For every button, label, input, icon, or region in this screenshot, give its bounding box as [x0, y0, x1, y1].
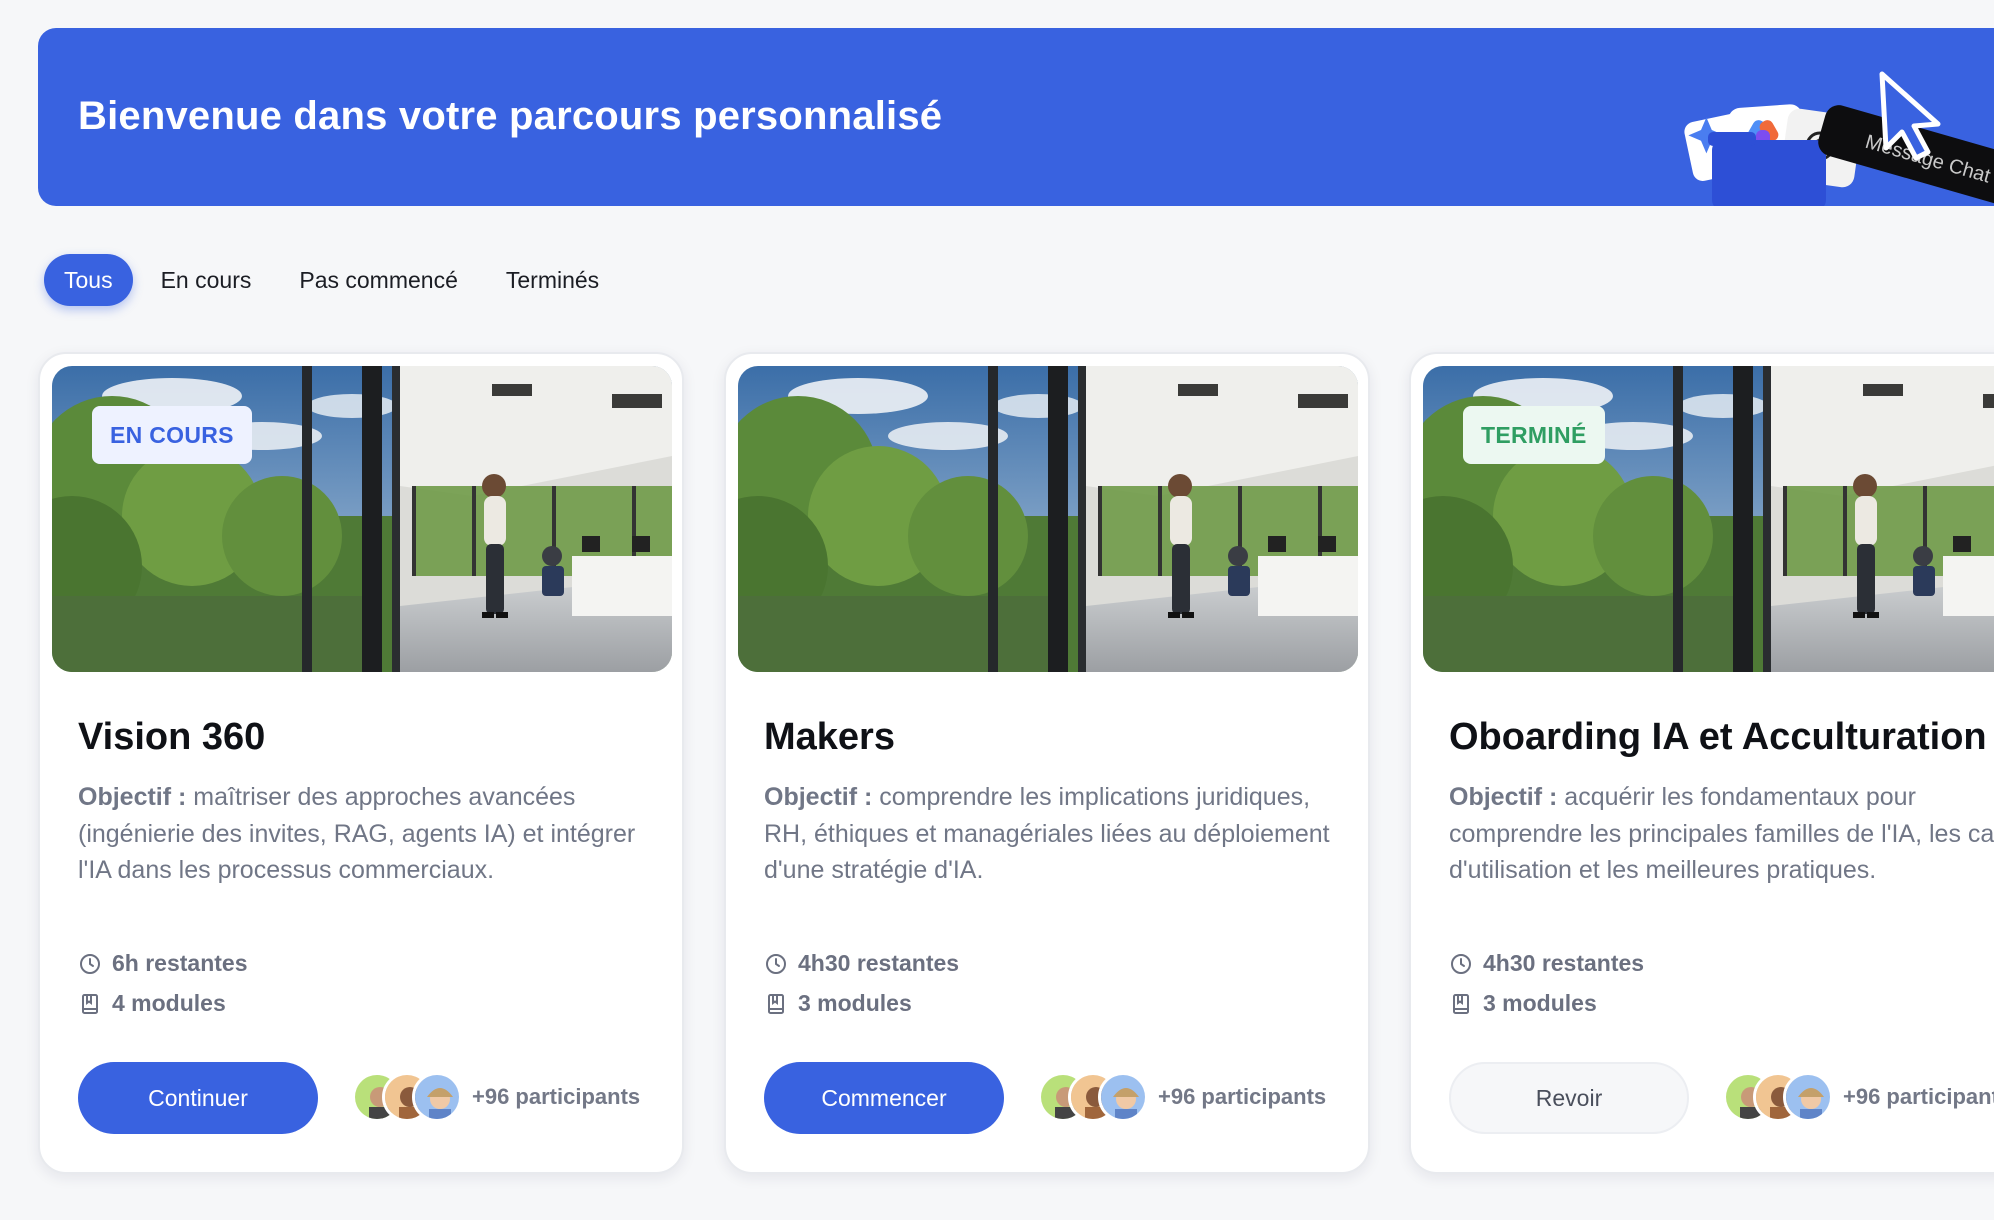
book-icon [768, 993, 784, 1014]
clock-icon [1451, 953, 1471, 974]
module-count: 3 modules [1449, 990, 1597, 1017]
clock-icon [766, 953, 786, 974]
course-cover-image: TERMINÉ [1423, 366, 1994, 672]
time-remaining-label: 6h restantes [112, 950, 248, 976]
time-remaining: 6h restantes [78, 950, 248, 977]
course-objective: Objectif : maîtriser des approches avanc… [78, 779, 658, 889]
course-card-vision-360[interactable]: EN COURS Vision 360 Objectif : maîtriser… [38, 352, 684, 1174]
objective-label: Objectif : [1449, 783, 1558, 811]
course-card-onboarding[interactable]: TERMINÉ Oboarding IA et Acculturation Ob… [1409, 352, 1994, 1174]
module-count: 4 modules [78, 990, 226, 1017]
tab-completed[interactable]: Terminés [486, 254, 619, 306]
course-cover-image: EN COURS [52, 366, 672, 672]
book-icon [1453, 993, 1469, 1014]
filter-tabs: Tous En cours Pas commencé Terminés [44, 254, 619, 306]
objective-label: Objectif : [764, 783, 873, 811]
participants-count: +96 participants [1158, 1084, 1327, 1109]
welcome-banner: Bienvenue dans votre parcours personnali… [38, 28, 1994, 206]
ai-tools-illustration: Message Chat [1684, 71, 1994, 206]
course-objective: Objectif : acquérir les fondamentaux pou… [1449, 779, 1994, 889]
course-title: Vision 360 [78, 716, 266, 758]
module-count-label: 3 modules [798, 990, 912, 1016]
tab-all[interactable]: Tous [44, 254, 133, 306]
course-card-makers[interactable]: Makers Objectif : comprendre les implica… [724, 352, 1370, 1174]
time-remaining-label: 4h30 restantes [1483, 950, 1645, 976]
clock-icon [80, 953, 100, 974]
objective-label: Objectif : [78, 783, 187, 811]
status-badge: EN COURS [92, 406, 252, 464]
tab-in-progress[interactable]: En cours [141, 254, 272, 306]
course-objective: Objectif : comprendre les implications j… [764, 779, 1344, 889]
avatar [1098, 1072, 1148, 1122]
course-title: Oboarding IA et Acculturation [1449, 716, 1987, 758]
avatar [1783, 1072, 1833, 1122]
course-cover-image [738, 366, 1358, 672]
participants-count: +96 participants [1843, 1084, 1994, 1109]
module-count-label: 3 modules [1483, 990, 1597, 1016]
module-count: 3 modules [764, 990, 912, 1017]
banner-title: Bienvenue dans votre parcours personnali… [78, 94, 943, 138]
participants: +96 participants [352, 1072, 640, 1122]
module-count-label: 4 modules [112, 990, 226, 1016]
time-remaining: 4h30 restantes [764, 950, 959, 977]
course-title: Makers [764, 716, 895, 758]
participants: +96 participants [1038, 1072, 1326, 1122]
status-badge: TERMINÉ [1463, 406, 1605, 464]
participants-count: +96 participants [472, 1084, 641, 1109]
tab-not-started[interactable]: Pas commencé [279, 254, 478, 306]
participants: +96 participants [1723, 1072, 1994, 1122]
avatar [412, 1072, 462, 1122]
continue-button[interactable]: Continuer [78, 1062, 318, 1134]
book-icon [82, 993, 98, 1014]
review-button[interactable]: Revoir [1449, 1062, 1689, 1134]
time-remaining-label: 4h30 restantes [798, 950, 960, 976]
time-remaining: 4h30 restantes [1449, 950, 1644, 977]
start-button[interactable]: Commencer [764, 1062, 1004, 1134]
